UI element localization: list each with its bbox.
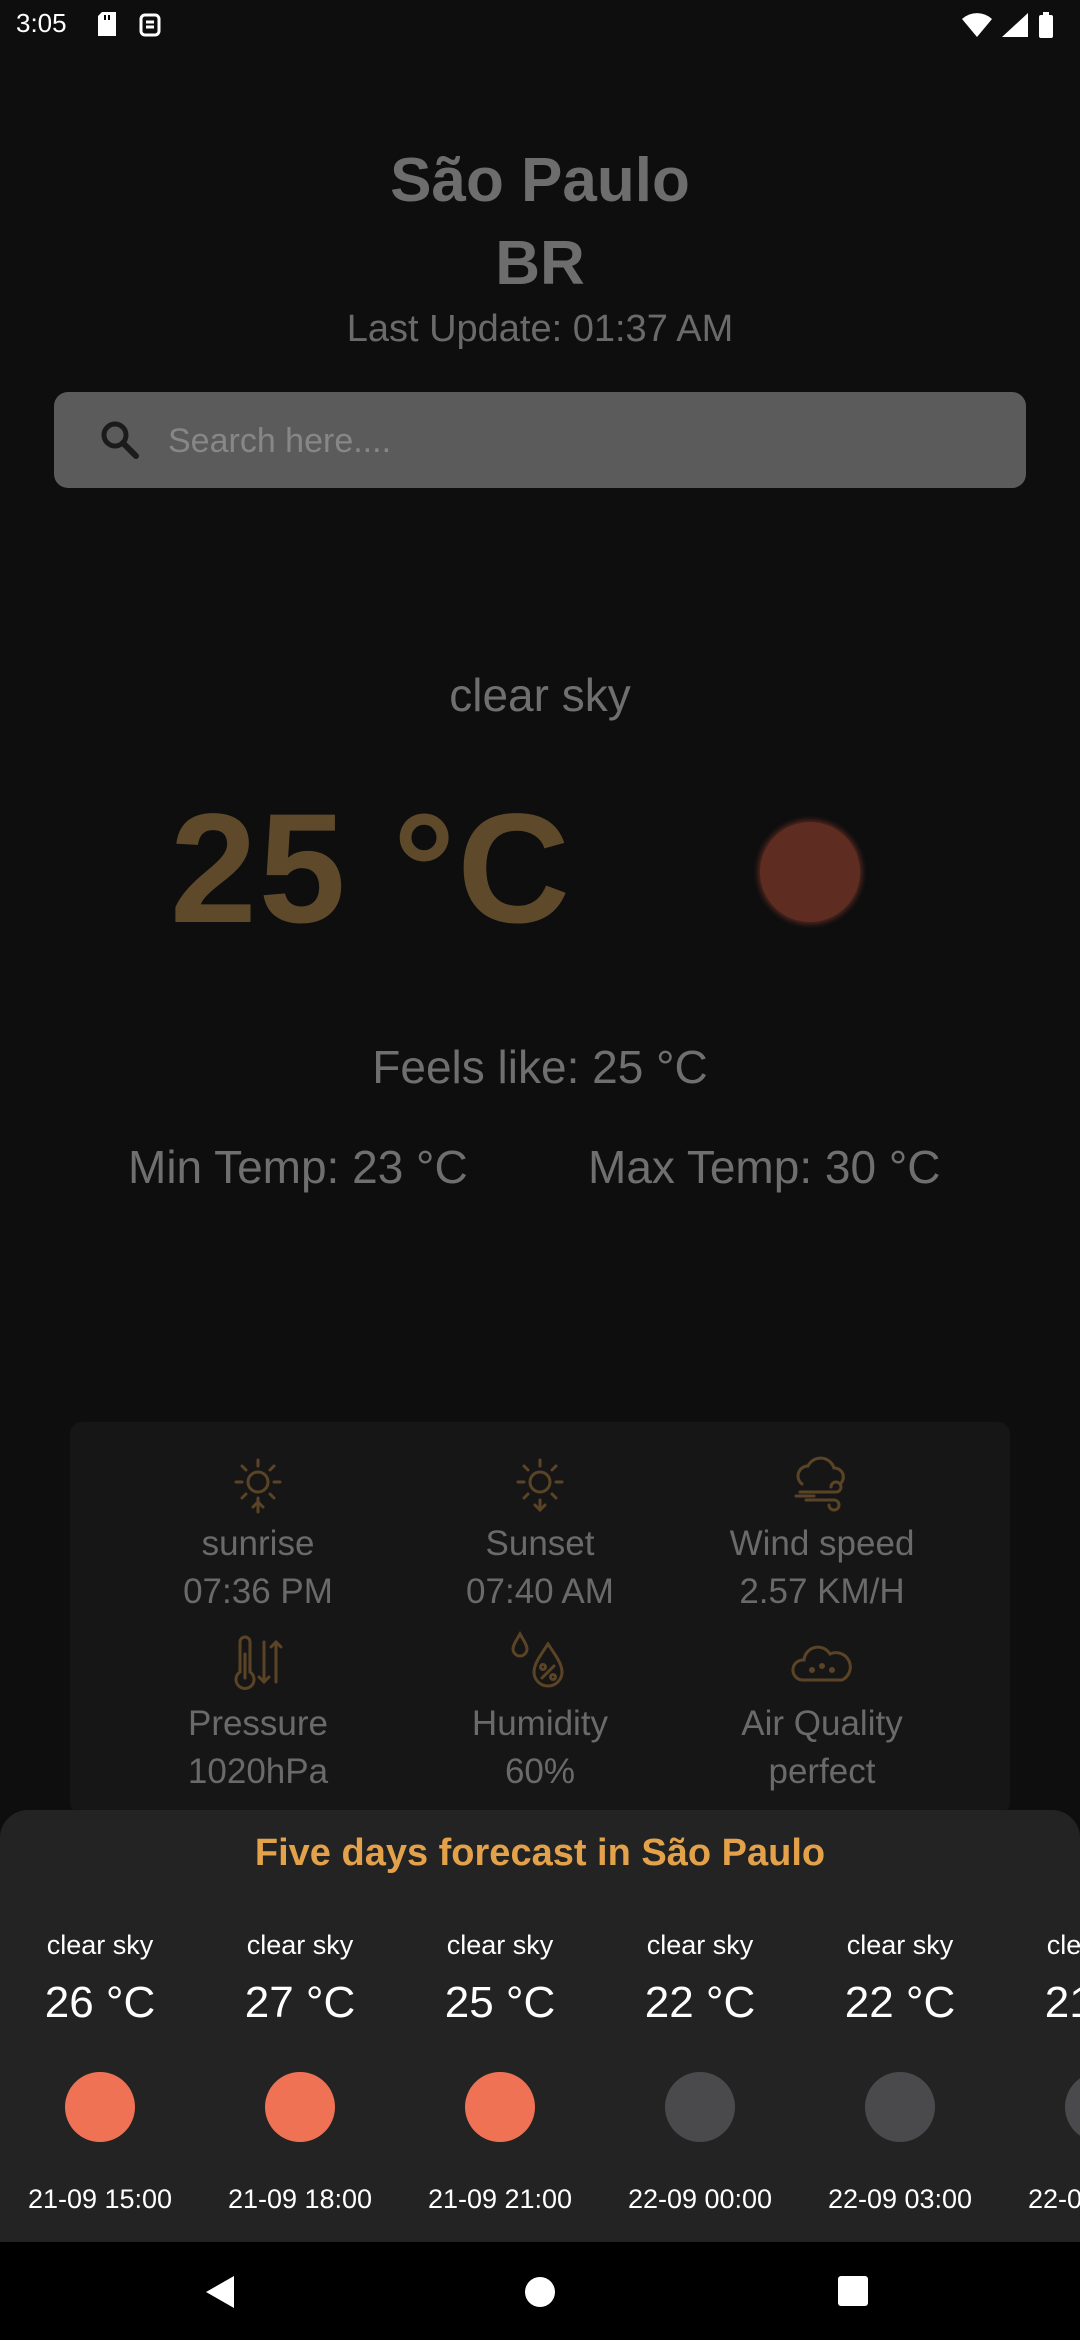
moon-icon: [1065, 2072, 1080, 2142]
detail-value: 07:36 PM: [183, 1572, 333, 1611]
humidity-icon: [390, 1630, 690, 1694]
forecast-item[interactable]: clear sky 22 °C 22-09 03:00: [800, 1930, 1000, 2215]
forecast-title: Five days forecast in São Paulo: [254, 1832, 826, 1874]
forecast-condition: clear sky: [46, 1930, 154, 1960]
forecast-item[interactable]: clear sky 25 °C 21-09 21:00: [400, 1930, 600, 2215]
min-temp-text: Min Temp: 23 °C: [128, 1141, 468, 1193]
forecast-item[interactable]: clear sky 26 °C 21-09 15:00: [0, 1930, 200, 2215]
current-condition: clear sky: [449, 669, 631, 721]
forecast-condition: clear sky: [446, 1930, 554, 1960]
detail-label: sunrise: [201, 1524, 315, 1563]
app-notification-icon: [138, 12, 162, 43]
detail-value: 1020hPa: [187, 1752, 329, 1791]
forecast-item[interactable]: clear sky 27 °C 21-09 18:00: [200, 1930, 400, 2215]
max-temp-text: Max Temp: 30 °C: [588, 1141, 941, 1193]
sun-icon: [65, 2072, 135, 2142]
wind-icon: [672, 1450, 972, 1514]
moon-icon: [665, 2072, 735, 2142]
weather-details-card: sunrise 07:36 PM Sunset 07:40 AM Wind sp…: [70, 1422, 1010, 1814]
detail-pressure: Pressure 1020hPa: [108, 1630, 408, 1796]
forecast-condition: clear sky: [846, 1930, 954, 1960]
detail-label: Wind speed: [729, 1524, 915, 1563]
city-name: São Paulo: [390, 146, 690, 215]
search-bar[interactable]: [54, 392, 1026, 488]
country-code: BR: [495, 229, 585, 298]
forecast-temperature: 26 °C: [44, 1978, 156, 2027]
forecast-temperature: 22 °C: [844, 1978, 956, 2027]
detail-label: Humidity: [471, 1704, 609, 1743]
sunset-icon: [390, 1450, 690, 1514]
forecast-time: 21-09 21:00: [427, 2184, 573, 2214]
forecast-time: 22-09 00:00: [627, 2184, 773, 2214]
forecast-condition: clear sky: [1046, 1930, 1080, 1960]
forecast-condition: clear sky: [246, 1930, 354, 1960]
detail-label: Sunset: [485, 1524, 595, 1563]
pressure-icon: [108, 1630, 408, 1694]
current-weather-sun-icon: [760, 822, 860, 922]
status-time: 3:05: [16, 8, 67, 38]
sunrise-icon: [108, 1450, 408, 1514]
forecast-item[interactable]: clear sky 21 °C 22-09 06:00: [1000, 1930, 1080, 2215]
detail-label: Air Quality: [741, 1704, 903, 1743]
forecast-item[interactable]: clear sky 22 °C 22-09 00:00: [600, 1930, 800, 2215]
sun-icon: [465, 2072, 535, 2142]
recents-icon[interactable]: [838, 2276, 868, 2311]
air-quality-icon: [672, 1630, 972, 1694]
signal-icon: [1002, 13, 1028, 42]
battery-icon: [1038, 12, 1054, 43]
forecast-condition: clear sky: [646, 1930, 754, 1960]
detail-value: 2.57 KM/H: [739, 1572, 905, 1611]
search-input[interactable]: [166, 412, 990, 470]
system-navigation-bar: [0, 2242, 1080, 2340]
detail-air-quality: Air Quality perfect: [672, 1630, 972, 1796]
detail-value: 60%: [504, 1752, 576, 1791]
sun-icon: [265, 2072, 335, 2142]
forecast-time: 22-09 06:00: [1027, 2184, 1080, 2214]
detail-wind-speed: Wind speed 2.57 KM/H: [672, 1450, 972, 1616]
forecast-temperature: 22 °C: [644, 1978, 756, 2027]
status-bar: 3:05: [0, 0, 1080, 50]
forecast-sheet[interactable]: Five days forecast in São Paulo clear sk…: [0, 1810, 1080, 2242]
current-temperature: 25 °C: [170, 782, 572, 956]
forecast-temperature: 27 °C: [244, 1978, 356, 2027]
forecast-time: 21-09 18:00: [227, 2184, 373, 2214]
feels-like-text: Feels like: 25 °C: [372, 1041, 708, 1093]
detail-label: Pressure: [187, 1704, 329, 1743]
wifi-icon: [962, 13, 992, 42]
search-icon[interactable]: [98, 418, 142, 467]
moon-icon: [865, 2072, 935, 2142]
sd-card-icon: [96, 12, 118, 43]
forecast-temperature: 25 °C: [444, 1978, 556, 2027]
back-icon[interactable]: [204, 2274, 236, 2315]
detail-sunrise: sunrise 07:36 PM: [108, 1450, 408, 1616]
forecast-time: 22-09 03:00: [827, 2184, 973, 2214]
detail-humidity: Humidity 60%: [390, 1630, 690, 1796]
detail-value: 07:40 AM: [466, 1572, 614, 1611]
last-update-text: Last Update: 01:37 AM: [346, 308, 734, 350]
detail-value: perfect: [768, 1752, 876, 1791]
home-icon[interactable]: [524, 2276, 556, 2313]
forecast-temperature: 21 °C: [1044, 1978, 1080, 2027]
forecast-time: 21-09 15:00: [27, 2184, 173, 2214]
detail-sunset: Sunset 07:40 AM: [390, 1450, 690, 1616]
